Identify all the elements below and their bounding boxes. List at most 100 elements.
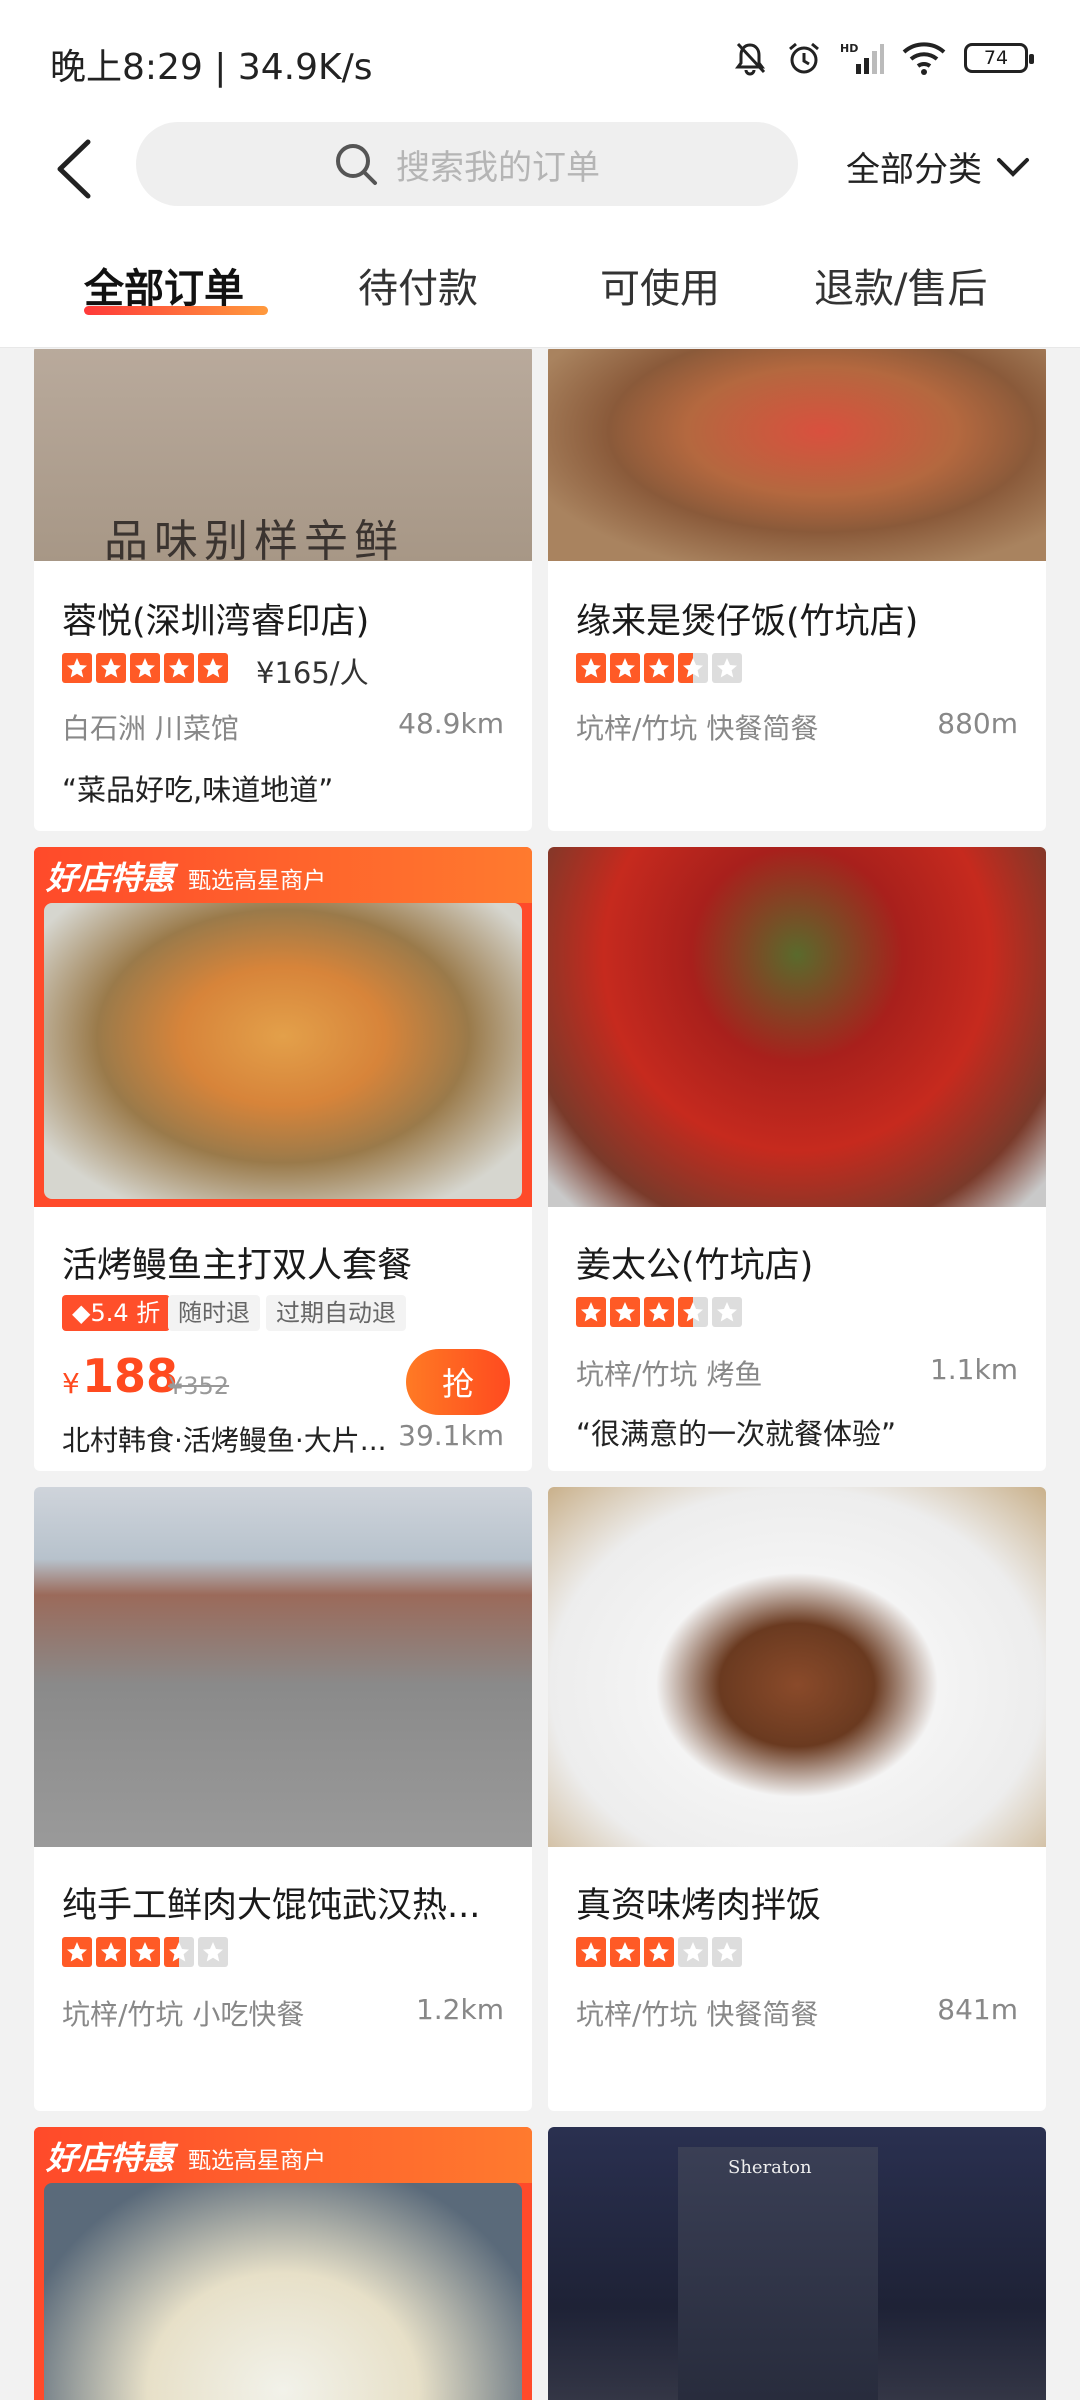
status-time: 晚上8:29 | 34.9K/s — [50, 47, 373, 88]
star-icon — [198, 1937, 228, 1967]
chevron-down-icon — [997, 157, 1029, 177]
status-icons: HD 74 — [732, 40, 1034, 76]
shop-image — [548, 349, 1046, 561]
star-icon — [610, 1937, 640, 1967]
shop-area-category: 坑梓/竹坑 快餐简餐 — [576, 1998, 819, 2031]
rating-stars — [576, 1937, 742, 1967]
header: 搜索我的订单 全部分类 — [0, 120, 1080, 220]
shop-image — [548, 1487, 1046, 1847]
status-bar: 晚上8:29 | 34.9K/s HD 74 — [0, 0, 1080, 120]
star-icon — [712, 1297, 742, 1327]
rating-stars — [62, 653, 228, 683]
hotel-tower — [678, 2147, 878, 2400]
shop-card[interactable]: 缘来是煲仔饭(竹坑店) 坑梓/竹坑 快餐简餐 880m — [548, 349, 1046, 831]
rating-stars — [576, 653, 742, 683]
shop-distance: 1.1km — [929, 1353, 1018, 1386]
wifi-icon — [902, 42, 946, 75]
signal-icon: HD — [840, 42, 884, 74]
shop-image: Sheraton — [548, 2127, 1046, 2400]
shop-title: 真资味烤肉拌饭 — [576, 1886, 822, 1926]
promo-title: 好店特惠 — [46, 859, 175, 897]
shop-title: 纯手工鲜肉大馄饨武汉热... — [62, 1886, 481, 1926]
shop-card[interactable]: 纯手工鲜肉大馄饨武汉热... 坑梓/竹坑 小吃快餐 1.2km — [34, 1487, 532, 2111]
deal-card[interactable]: 好店特惠 甄选高星商户 — [34, 2127, 532, 2400]
star-icon — [644, 1297, 674, 1327]
food-photo — [44, 903, 522, 1199]
star-icon — [712, 1937, 742, 1967]
shop-image — [34, 1487, 532, 1847]
tab-usable[interactable]: 可使用 — [600, 256, 720, 314]
star-icon — [576, 1297, 606, 1327]
price-per-person: ¥165/人 — [256, 656, 369, 690]
order-tabs: 全部订单 待付款 可使用 退款/售后 — [0, 220, 1080, 348]
auto-refund-tag: 过期自动退 — [266, 1295, 406, 1331]
shop-card[interactable]: 真资味烤肉拌饭 坑梓/竹坑 快餐简餐 841m — [548, 1487, 1046, 2111]
star-icon — [164, 653, 194, 683]
battery-icon: 74 — [964, 43, 1034, 73]
shop-title: 缘来是煲仔饭(竹坑店) — [576, 602, 919, 642]
star-icon — [96, 1937, 126, 1967]
star-icon — [130, 653, 160, 683]
category-label: 全部分类 — [846, 150, 982, 190]
discount-badge: ◆5.4 折 — [62, 1295, 171, 1331]
star-icon — [678, 1937, 708, 1967]
star-icon — [62, 653, 92, 683]
active-tab-indicator — [84, 306, 268, 315]
shop-image: 品味别样辛鲜 — [34, 349, 532, 567]
deal-card[interactable]: 好店特惠 甄选高星商户 活烤鳗鱼主打双人套餐 ◆5.4 折 随时退 过期自动退 … — [34, 847, 532, 1471]
star-icon — [130, 1937, 160, 1967]
review-quote: “很满意的一次就餐体验” — [576, 1417, 897, 1451]
shop-title: 姜太公(竹坑店) — [576, 1246, 814, 1286]
tab-pending-payment[interactable]: 待付款 — [358, 256, 478, 314]
rating-stars — [576, 1297, 742, 1327]
order-feed[interactable]: 品味别样辛鲜 蓉悦(深圳湾睿印店) ¥165/人 白石洲 川菜馆 48.9km … — [0, 349, 1080, 2400]
shop-card[interactable]: Sheraton — [548, 2127, 1046, 2400]
search-icon — [336, 144, 377, 185]
price-currency: ¥ — [62, 1367, 80, 1400]
star-icon — [576, 1937, 606, 1967]
alarm-icon — [789, 42, 819, 74]
star-icon — [712, 653, 742, 683]
promo-banner: 好店特惠 甄选高星商户 — [34, 847, 532, 903]
shop-area-category: 坑梓/竹坑 快餐简餐 — [576, 712, 819, 745]
star-icon — [644, 653, 674, 683]
star-icon — [610, 1297, 640, 1327]
discount-icon: ◆ — [72, 1299, 91, 1327]
promo-subtitle: 甄选高星商户 — [188, 2148, 326, 2174]
star-icon — [644, 1937, 674, 1967]
grab-button[interactable]: 抢 — [406, 1349, 510, 1415]
shop-area-category: 坑梓/竹坑 烤鱼 — [576, 1358, 763, 1391]
shop-distance: 48.9km — [398, 707, 504, 740]
shop-line: 北村韩食·活烤鳗鱼·大片... — [62, 1424, 387, 1457]
shop-card[interactable]: 姜太公(竹坑店) 坑梓/竹坑 烤鱼 1.1km “很满意的一次就餐体验” — [548, 847, 1046, 1471]
star-icon — [164, 1937, 194, 1967]
star-icon — [96, 653, 126, 683]
search-input[interactable]: 搜索我的订单 — [136, 122, 798, 206]
mute-bell-icon — [735, 42, 766, 76]
shop-distance: 841m — [937, 1993, 1018, 2026]
category-dropdown[interactable]: 全部分类 — [846, 142, 1030, 191]
food-photo — [44, 2183, 522, 2400]
image-caption: 品味别样辛鲜 — [104, 516, 404, 567]
refund-anytime-tag: 随时退 — [168, 1295, 260, 1331]
review-quote: “菜品好吃,味道地道” — [62, 773, 334, 807]
rating-stars — [62, 1937, 228, 1967]
shop-distance: 39.1km — [398, 1419, 504, 1452]
shop-distance: 880m — [937, 707, 1018, 740]
shop-image — [548, 847, 1046, 1207]
promo-title: 好店特惠 — [46, 2139, 175, 2177]
tab-refund[interactable]: 退款/售后 — [814, 256, 987, 314]
shop-area-category: 白石洲 川菜馆 — [62, 712, 239, 745]
star-icon — [610, 653, 640, 683]
shop-card[interactable]: 品味别样辛鲜 蓉悦(深圳湾睿印店) ¥165/人 白石洲 川菜馆 48.9km … — [34, 349, 532, 831]
hotel-sign: Sheraton — [728, 2157, 812, 2178]
shop-distance: 1.2km — [415, 1993, 504, 2026]
star-icon — [678, 653, 708, 683]
star-icon — [576, 653, 606, 683]
star-icon — [678, 1297, 708, 1327]
original-price: ¥352 — [168, 1372, 230, 1400]
shop-area-category: 坑梓/竹坑 小吃快餐 — [62, 1998, 305, 2031]
discount-label: 5.4 折 — [90, 1299, 161, 1327]
back-arrow-icon[interactable] — [48, 134, 108, 204]
star-icon — [198, 653, 228, 683]
